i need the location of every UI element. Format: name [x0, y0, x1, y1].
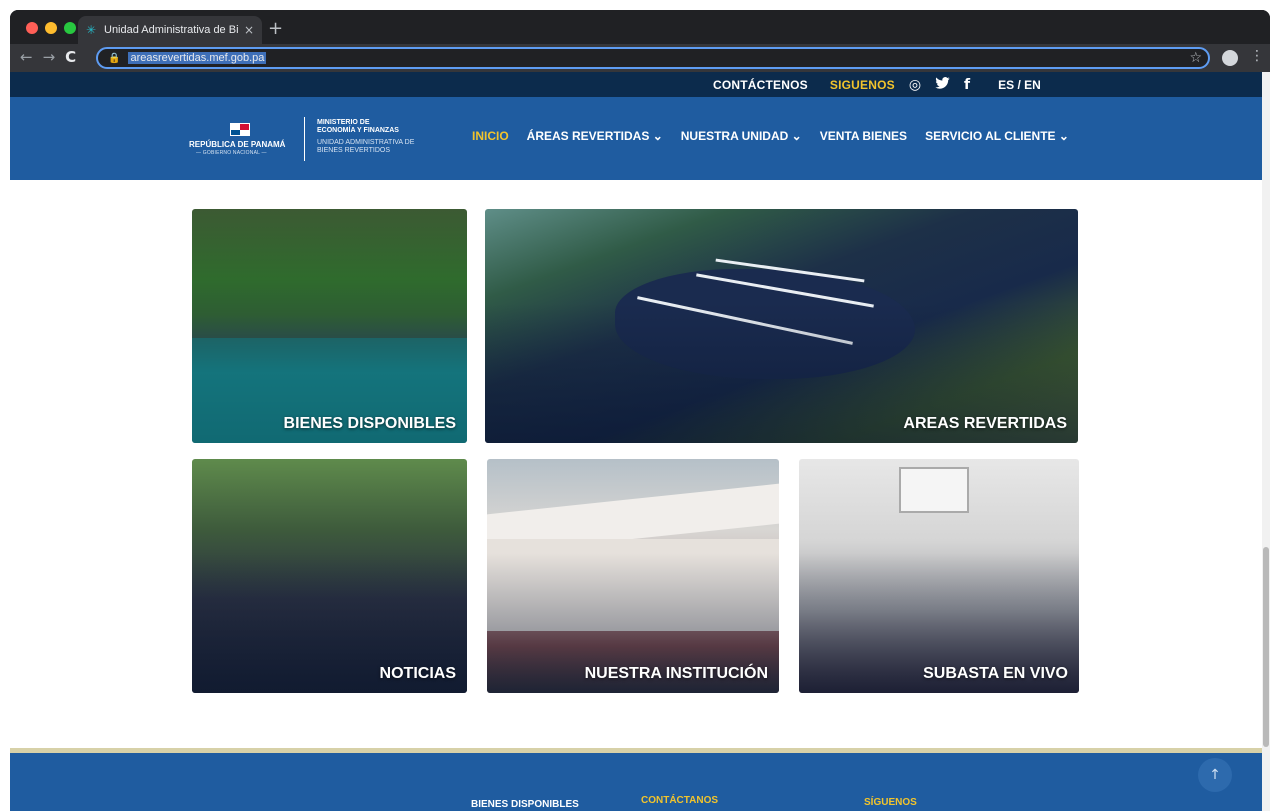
forward-icon[interactable]: → [43, 48, 56, 66]
browser-menu-icon[interactable]: ⋮ [1250, 48, 1264, 64]
browser-tab[interactable]: ✳ Unidad Administrativa de Biene × [78, 16, 262, 44]
footer-heading-contacto: CONTÁCTANOS [641, 795, 719, 806]
window-controls [26, 22, 76, 34]
tab-title: Unidad Administrativa de Biene [104, 24, 238, 36]
logo-divider [304, 117, 305, 161]
follow-label: SIGUENOS [829, 77, 895, 92]
logo-unit-text: UNIDAD ADMINISTRATIVA DE BIENES REVERTID… [317, 139, 414, 155]
instagram-icon[interactable]: ◎ [909, 77, 921, 93]
tab-close-icon[interactable]: × [244, 23, 254, 37]
maximize-window-button[interactable] [64, 22, 76, 34]
card-bienes-disponibles[interactable]: BIENES DISPONIBLES [192, 209, 467, 443]
language-switcher[interactable]: ES / EN [998, 78, 1041, 92]
unit-line-1: UNIDAD ADMINISTRATIVA DE [317, 139, 415, 146]
reload-icon[interactable]: C [65, 48, 76, 66]
menu-item-inicio[interactable]: INICIO [472, 129, 509, 143]
ministry-line-2: ECONOMÍA Y FINANZAS [317, 127, 399, 134]
card-label-institucion: NUESTRA INSTITUCIÓN [584, 665, 768, 682]
menu-item-areas-revertidas[interactable]: ÁREAS REVERTIDAS ⌄ [527, 129, 663, 143]
back-icon[interactable]: ← [20, 48, 33, 66]
card-label-bienes: BIENES DISPONIBLES [283, 415, 456, 432]
site-footer: BIENES DISPONIBLES CONTÁCTANOS SÍGUENOS [10, 753, 1262, 811]
logo-republic-text[interactable]: REPÚBLICA DE PANAMÁ [189, 140, 285, 149]
card-label-subasta: SUBASTA EN VIVO [923, 665, 1068, 682]
profile-avatar[interactable] [1222, 50, 1238, 66]
scrollbar-thumb[interactable] [1263, 547, 1269, 747]
tab-strip: ✳ Unidad Administrativa de Biene × + [10, 10, 1270, 44]
address-bar[interactable]: 🔒 areasrevertidas.mef.gob.pa ☆ [96, 47, 1210, 69]
ministry-line-1: MINISTERIO DE [317, 119, 370, 126]
card-label-noticias: NOTICIAS [379, 665, 456, 682]
browser-window: ✳ Unidad Administrativa de Biene × + ← →… [10, 10, 1270, 811]
site-favicon-icon: ✳ [86, 23, 97, 37]
close-window-button[interactable] [26, 22, 38, 34]
top-utility-bar: CONTÁCTENOS SIGUENOS ◎ f ES / EN [10, 72, 1262, 97]
twitter-bird-icon [935, 76, 950, 89]
twitter-icon[interactable] [935, 76, 950, 93]
menu-item-servicio-cliente[interactable]: SERVICIO AL CLIENTE ⌄ [925, 129, 1069, 143]
minimize-window-button[interactable] [45, 22, 57, 34]
browser-toolbar: ← → C 🔒 areasrevertidas.mef.gob.pa ☆ ⋮ [10, 44, 1270, 72]
menu-item-nuestra-unidad[interactable]: NUESTRA UNIDAD ⌄ [681, 129, 802, 143]
card-nuestra-institucion[interactable]: NUESTRA INSTITUCIÓN [487, 459, 779, 693]
contact-link[interactable]: CONTÁCTENOS [713, 78, 808, 92]
menu-item-venta-bienes[interactable]: VENTA BIENES [820, 129, 907, 143]
panama-flag-icon [230, 123, 250, 136]
card-areas-revertidas[interactable]: AREAS REVERTIDAS [485, 209, 1078, 443]
footer-heading-bienes: BIENES DISPONIBLES [471, 799, 579, 810]
bookmark-star-icon[interactable]: ☆ [1189, 50, 1202, 66]
facebook-icon[interactable]: f [964, 77, 970, 93]
page-scrollbar[interactable] [1262, 72, 1270, 811]
main-navigation: REPÚBLICA DE PANAMÁ — GOBIERNO NACIONAL … [10, 97, 1262, 180]
new-tab-button[interactable]: + [268, 18, 283, 39]
card-photo-projection-screen [899, 467, 969, 513]
primary-menu: INICIO ÁREAS REVERTIDAS ⌄ NUESTRA UNIDAD… [472, 129, 1069, 143]
logo-ministry-text[interactable]: MINISTERIO DE ECONOMÍA Y FINANZAS [317, 119, 399, 135]
logo-government-text: — GOBIERNO NACIONAL — [196, 150, 267, 156]
navigation-buttons: ← → C [20, 48, 76, 66]
page-viewport: CONTÁCTENOS SIGUENOS ◎ f ES / EN REPÚBLI… [10, 72, 1262, 811]
footer-heading-siguenos: SÍGUENOS [864, 797, 917, 808]
unit-line-2: BIENES REVERTIDOS [317, 147, 391, 154]
card-noticias[interactable]: NOTICIAS [192, 459, 467, 693]
card-label-areas: AREAS REVERTIDAS [903, 415, 1067, 432]
url-text[interactable]: areasrevertidas.mef.gob.pa [128, 52, 267, 64]
card-subasta-en-vivo[interactable]: SUBASTA EN VIVO [799, 459, 1079, 693]
lock-icon: 🔒 [108, 52, 121, 64]
scroll-to-top-button[interactable]: ↑ [1198, 758, 1232, 792]
